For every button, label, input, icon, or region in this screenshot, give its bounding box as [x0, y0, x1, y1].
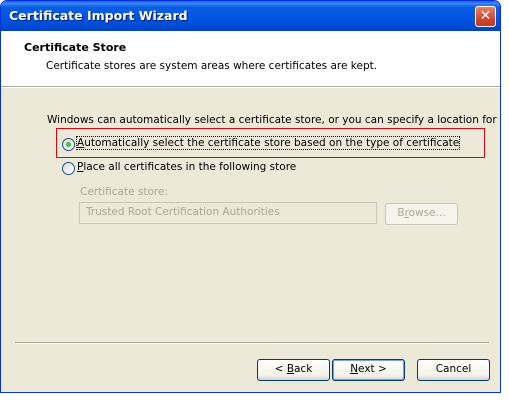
- radio-selected-dot: [66, 142, 71, 147]
- close-button[interactable]: ✕: [475, 6, 496, 27]
- back-button[interactable]: < Back: [257, 359, 330, 381]
- close-icon: ✕: [479, 8, 492, 24]
- radio-auto-label[interactable]: Automatically select the certificate sto…: [75, 136, 461, 150]
- footer-separator: [15, 342, 489, 344]
- next-button[interactable]: Next >: [332, 359, 405, 381]
- radio-button-auto[interactable]: [62, 138, 75, 151]
- browse-button: Browse...: [385, 203, 458, 225]
- certificate-store-label: Certificate store:: [80, 186, 168, 198]
- radio-button-place[interactable]: [62, 162, 75, 175]
- certificate-store-field: Trusted Root Certification Authorities: [79, 202, 377, 224]
- intro-text: Windows can automatically select a certi…: [47, 114, 497, 126]
- title-bar[interactable]: Certificate Import Wizard ✕: [1, 1, 500, 31]
- wizard-header: Certificate Store Certificate stores are…: [1, 31, 500, 86]
- page-title: Certificate Store: [24, 41, 127, 54]
- header-separator: [1, 86, 500, 88]
- page-subtitle: Certificate stores are system areas wher…: [46, 60, 378, 72]
- wizard-window: Certificate Import Wizard ✕ Certificate …: [0, 0, 501, 393]
- window-title: Certificate Import Wizard: [9, 8, 188, 23]
- radio-place-label[interactable]: Place all certificates in the following …: [77, 161, 296, 173]
- cancel-button[interactable]: Cancel: [417, 359, 490, 381]
